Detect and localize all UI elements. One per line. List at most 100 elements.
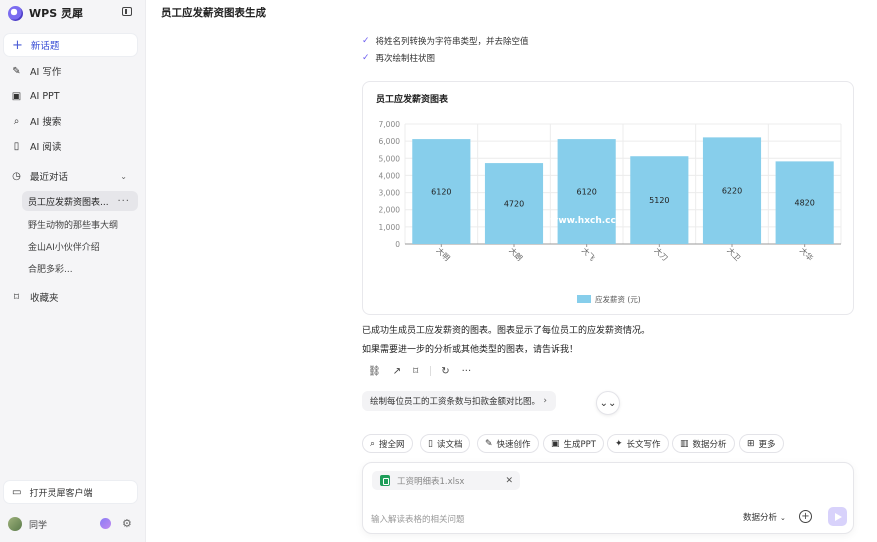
y-tick-label: 6,000 <box>379 137 401 146</box>
tool-label: 搜全网 <box>379 439 405 450</box>
more-icon[interactable]: ··· <box>462 366 472 377</box>
tool-generate-ppt[interactable]: ▣ 生成PPT <box>543 434 604 453</box>
chat-input-box: 工资明细表1.xlsx ✕ 输入解读表格的相关问题 数据分析 ⌄ + <box>362 462 854 534</box>
checklist-item: ✓ 将姓名列转换为字符串类型，并去除空值 <box>362 34 529 48</box>
tool-search-web[interactable]: ⌕ 搜全网 <box>362 434 413 453</box>
scroll-down-button[interactable]: ⌄⌄ <box>596 391 620 415</box>
close-icon[interactable]: ✕ <box>505 476 513 486</box>
book-icon: ▯ <box>13 140 20 152</box>
open-client-button[interactable]: ▭ 打开灵犀客户端 <box>4 481 137 503</box>
tool-quick-create[interactable]: ✎ 快速创作 <box>477 434 539 453</box>
nav-item-favorites[interactable]: ⌑ 收藏夹 <box>4 287 137 307</box>
gear-icon[interactable]: ⚙ <box>122 517 132 530</box>
nav-item-recent[interactable]: ◷ 最近对话 ⌄ <box>4 166 137 186</box>
chart-card: 员工应发薪资图表 0 1,000 2,000 3,000 4,000 5,000 6,000… <box>362 81 854 315</box>
sidebar: WPS 灵犀 + 新话题 ✎ AI 写作 ▣ AI PPT ⌕ AI 搜索 ▯ … <box>0 0 146 542</box>
chat-input[interactable]: 输入解读表格的相关问题 <box>371 513 465 525</box>
link-icon[interactable]: ⛓ <box>368 366 381 377</box>
ppt-icon: ▣ <box>551 438 560 449</box>
excel-file-icon <box>380 475 390 486</box>
monitor-icon: ▭ <box>12 486 22 498</box>
nav-label: AI 阅读 <box>30 142 62 153</box>
attached-file-chip[interactable]: 工资明细表1.xlsx ✕ <box>372 471 520 490</box>
message-actions: ⛓ ↗ ⌑ ↻ ··· <box>368 365 483 377</box>
x-tick-label: 大朗 <box>507 245 525 263</box>
chevron-down-icon: ⌄ <box>780 514 786 522</box>
nav-item-ai-reading[interactable]: ▯ AI 阅读 <box>4 136 137 156</box>
x-tick-label: 大卫 <box>725 245 743 263</box>
double-chevron-down-icon: ⌄⌄ <box>599 397 617 409</box>
brand-name: WPS 灵犀 <box>29 7 83 20</box>
nav-label: 最近对话 <box>30 172 69 183</box>
nav-label: AI 写作 <box>30 67 62 78</box>
tool-read-doc[interactable]: ▯ 读文档 <box>420 434 471 453</box>
tool-label: 数据分析 <box>692 439 727 450</box>
bar-chart: 0 1,000 2,000 3,000 4,000 5,000 6,000 7,000 6120… <box>379 120 842 304</box>
bookmark-icon[interactable]: ⌑ <box>413 366 418 377</box>
open-client-label: 打开灵犀客户端 <box>29 488 93 499</box>
pen-icon: ✎ <box>12 65 21 77</box>
recent-chat-item[interactable]: 金山AI小伙伴介绍 <box>22 236 138 256</box>
watermark: www.hxch.cc <box>550 216 616 226</box>
tool-label: 长文写作 <box>626 439 661 450</box>
app-logo-icon <box>8 5 23 21</box>
suggestion-chip[interactable]: 绘制每位员工的工资条数与扣款金额对比图。 › <box>362 391 556 411</box>
magic-icon: ✦ <box>615 438 623 449</box>
nav-label: AI PPT <box>30 90 60 102</box>
recent-chat-label: 金山AI小伙伴介绍 <box>28 242 100 253</box>
x-tick-label: 大飞 <box>580 245 598 263</box>
clock-icon: ◷ <box>12 170 21 182</box>
book-icon: ▯ <box>428 438 433 449</box>
tool-long-writing[interactable]: ✦ 长文写作 <box>607 434 669 453</box>
nav-item-ai-writing[interactable]: ✎ AI 写作 <box>4 61 137 81</box>
add-attachment-button[interactable]: + <box>799 510 812 523</box>
y-tick-label: 3,000 <box>379 189 401 198</box>
check-icon: ✓ <box>362 36 370 46</box>
sidebar-collapse-icon[interactable] <box>122 7 132 16</box>
y-tick-label: 2,000 <box>379 206 401 215</box>
new-chat-button[interactable]: + 新话题 <box>4 34 137 56</box>
data-label: 6120 <box>576 188 596 197</box>
ai-assistant-icon[interactable] <box>100 518 111 529</box>
x-tick-label: 大刀 <box>653 245 671 263</box>
user-row: 同学 ⚙ <box>8 515 138 533</box>
recent-chat-label: 员工应发薪资图表... <box>28 197 109 208</box>
tool-data-analysis[interactable]: ▥ 数据分析 <box>672 434 735 453</box>
nav-label: 收藏夹 <box>30 293 59 304</box>
data-label: 4820 <box>794 199 814 208</box>
recent-chat-item[interactable]: 野生动物的那些事大纲 <box>22 214 138 234</box>
user-name: 同学 <box>29 520 48 531</box>
data-label: 5120 <box>649 196 669 205</box>
nav-item-ai-ppt[interactable]: ▣ AI PPT <box>4 86 137 106</box>
recent-chat-item[interactable]: 员工应发薪资图表... ··· <box>22 191 138 211</box>
summary-line: 如果需要进一步的分析或其他类型的图表，请告诉我！ <box>362 345 579 355</box>
checklist-text: 再次绘制柱状图 <box>375 54 436 64</box>
search-icon: ⌕ <box>370 438 376 449</box>
file-name: 工资明细表1.xlsx <box>397 476 465 487</box>
mode-label: 数据分析 <box>743 513 778 523</box>
y-tick-label: 7,000 <box>379 120 401 129</box>
tool-more[interactable]: ⊞ 更多 <box>739 434 784 453</box>
nav-label: AI 搜索 <box>30 117 62 128</box>
recent-chat-item[interactable]: 合肥多彩... <box>22 258 138 278</box>
avatar[interactable] <box>8 517 22 531</box>
plus-icon: + <box>12 37 23 53</box>
chevron-down-icon: ⌄ <box>120 171 127 181</box>
new-chat-label: 新话题 <box>30 41 60 52</box>
refresh-icon[interactable]: ↻ <box>441 366 449 377</box>
chevron-right-icon: › <box>543 396 547 406</box>
data-label: 4720 <box>504 200 524 209</box>
bookmark-icon: ⌑ <box>13 291 20 303</box>
send-icon <box>835 512 842 521</box>
send-button[interactable] <box>828 507 847 526</box>
x-tick-label: 大明 <box>435 245 453 263</box>
recent-chat-label: 野生动物的那些事大纲 <box>28 220 119 231</box>
mode-select[interactable]: 数据分析 ⌄ <box>743 511 786 523</box>
plus-icon: + <box>801 510 810 522</box>
tool-label: 读文档 <box>436 439 463 450</box>
nav-item-ai-search[interactable]: ⌕ AI 搜索 <box>4 111 137 131</box>
checklist-item: ✓ 再次绘制柱状图 <box>362 51 435 65</box>
y-tick-label: 1,000 <box>379 223 401 232</box>
more-icon[interactable]: ··· <box>117 196 130 207</box>
share-icon[interactable]: ↗ <box>393 366 401 377</box>
